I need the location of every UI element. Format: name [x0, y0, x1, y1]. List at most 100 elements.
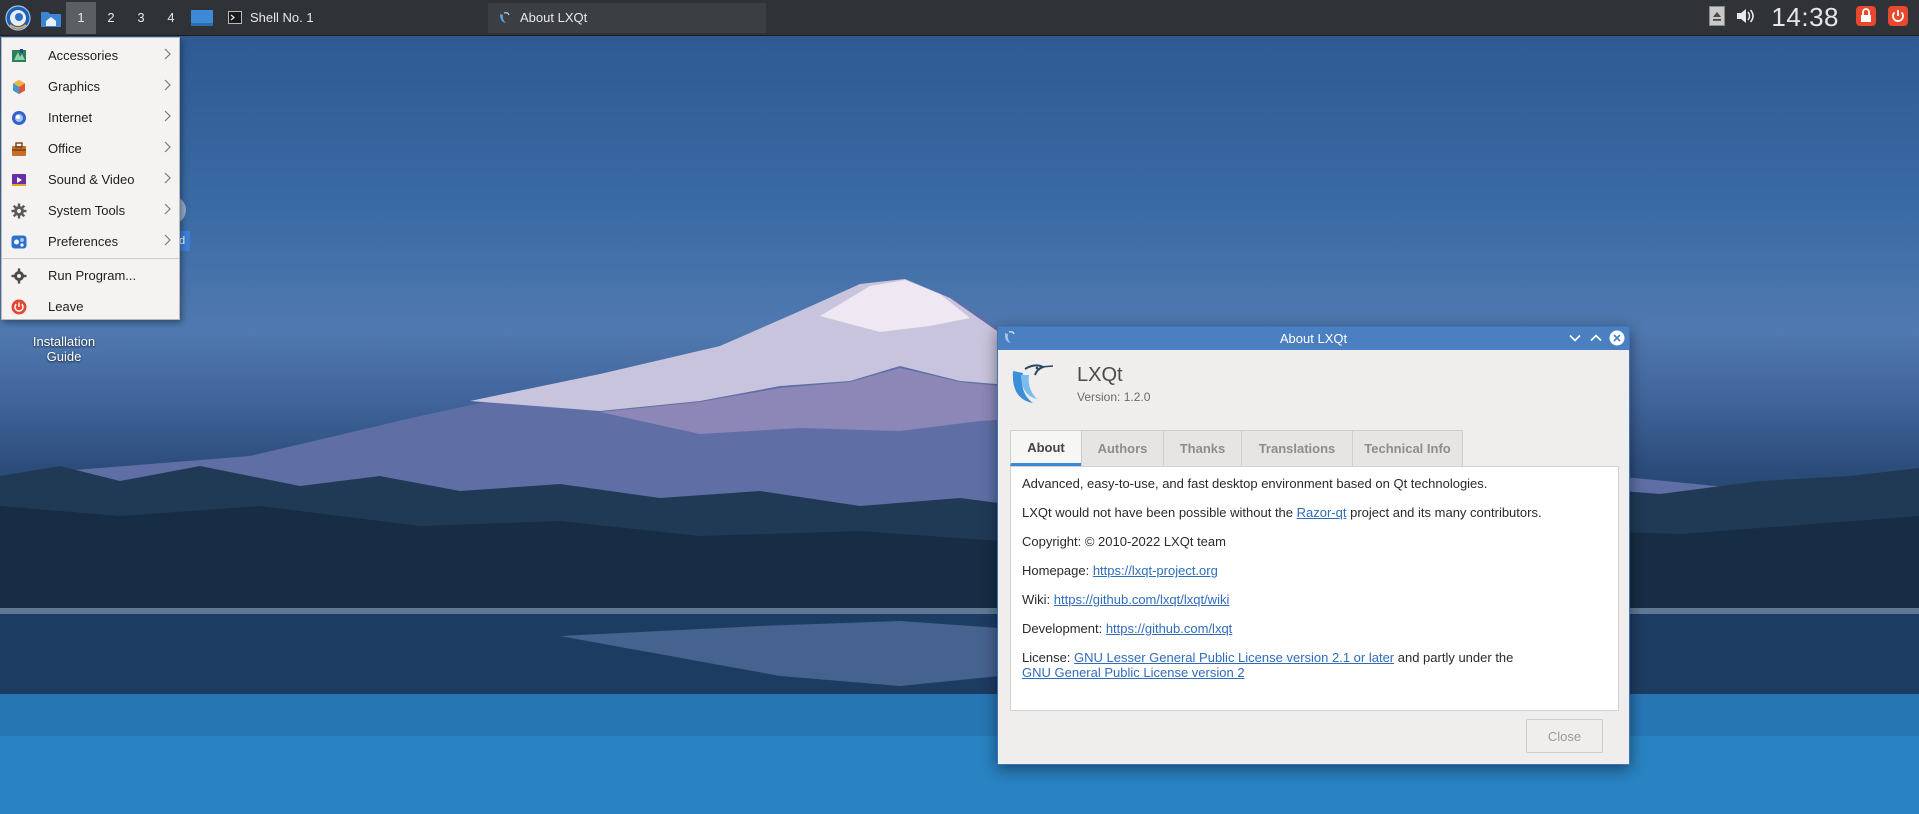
menu-item-label: Sound & Video	[48, 172, 135, 187]
chevron-right-icon	[164, 203, 171, 218]
development-line: Development: https://github.com/lxqt	[1022, 621, 1607, 636]
accessories-icon	[11, 48, 27, 64]
development-link[interactable]: https://github.com/lxqt	[1106, 621, 1232, 636]
desktop-switch-3[interactable]: 3	[126, 2, 156, 34]
chevron-right-icon	[164, 110, 171, 125]
menu-item-label: Office	[48, 141, 82, 156]
homepage-label: Homepage:	[1022, 563, 1093, 578]
license-line: License: GNU Lesser General Public Licen…	[1022, 650, 1607, 680]
description-text: Advanced, easy-to-use, and fast desktop …	[1022, 476, 1488, 491]
chevron-up-icon	[1590, 334, 1602, 342]
menu-item-graphics[interactable]: Graphics	[2, 71, 179, 102]
show-desktop-icon	[191, 9, 213, 26]
thanks-prefix: LXQt would not have been possible withou…	[1022, 505, 1297, 520]
homepage-link[interactable]: https://lxqt-project.org	[1093, 563, 1218, 578]
menu-item-sound-video[interactable]: Sound & Video	[2, 164, 179, 195]
close-icon	[1609, 330, 1625, 346]
volume-button[interactable]	[1735, 7, 1755, 28]
lxqt-logo-icon	[1007, 361, 1055, 410]
app-name: LXQt	[1077, 364, 1123, 386]
desktop-wallpaper	[0, 36, 1919, 814]
installation-guide-label[interactable]: Installation Guide	[22, 334, 106, 364]
copyright-text: Copyright: © 2010-2022 LXQt team	[1022, 534, 1226, 549]
window-controls	[1567, 330, 1625, 346]
close-window-button[interactable]	[1609, 330, 1625, 346]
sound-video-icon	[11, 172, 27, 188]
terminal-icon	[228, 11, 242, 24]
desktop-switch-1[interactable]: 1	[66, 1, 96, 34]
tab-thanks[interactable]: Thanks	[1163, 430, 1242, 466]
razor-qt-link[interactable]: Razor-qt	[1297, 505, 1347, 520]
desktop-switch-4[interactable]: 4	[156, 2, 186, 34]
menu-item-label: System Tools	[48, 203, 126, 218]
about-tab-content: Advanced, easy-to-use, and fast desktop …	[1010, 466, 1619, 711]
license-middle: and partly under the	[1394, 650, 1514, 665]
menu-item-preferences[interactable]: Preferences	[2, 226, 179, 257]
homepage-line: Homepage: https://lxqt-project.org	[1022, 563, 1607, 578]
chevron-down-icon	[1569, 334, 1581, 342]
taskbar-shell-label: Shell No. 1	[250, 10, 314, 25]
license-label: License:	[1022, 650, 1075, 665]
thanks-text: LXQt would not have been possible withou…	[1022, 505, 1607, 520]
wiki-label: Wiki:	[1022, 592, 1054, 607]
desktop-switch-2[interactable]: 2	[96, 2, 126, 34]
show-desktop-button[interactable]	[186, 0, 218, 36]
power-icon	[1888, 6, 1908, 26]
run-program-icon	[11, 268, 27, 284]
app-version: Version: 1.2.0	[1077, 390, 1151, 404]
close-button[interactable]: Close	[1526, 719, 1603, 753]
menu-item-leave[interactable]: Leave	[2, 291, 179, 322]
lxqt-bird-icon	[1002, 330, 1018, 349]
system-tools-icon	[11, 203, 27, 219]
clock[interactable]: 14:38	[1771, 2, 1839, 33]
maximize-button[interactable]	[1588, 330, 1604, 346]
chevron-right-icon	[164, 234, 171, 249]
about-lxqt-dialog: About LXQt LXQt Version: 1.2.0 About Aut…	[997, 326, 1630, 765]
chevron-right-icon	[164, 79, 171, 94]
menu-item-run-program[interactable]: Run Program...	[2, 260, 179, 291]
taskbar-about-lxqt[interactable]: About LXQt	[488, 2, 766, 33]
leave-session-button[interactable]	[1887, 5, 1909, 30]
internet-icon	[11, 110, 27, 126]
tab-translations[interactable]: Translations	[1241, 430, 1353, 466]
tab-authors[interactable]: Authors	[1081, 430, 1164, 466]
menu-item-accessories[interactable]: Accessories	[2, 40, 179, 71]
menu-separator	[2, 258, 179, 259]
office-icon	[11, 141, 27, 157]
home-folder-button[interactable]	[36, 0, 66, 36]
dialog-title: About LXQt	[1279, 331, 1348, 346]
tab-about[interactable]: About	[1010, 430, 1082, 466]
menu-item-system-tools[interactable]: System Tools	[2, 195, 179, 226]
leave-icon	[11, 299, 27, 315]
minimize-button[interactable]	[1567, 330, 1583, 346]
taskbar-about-label: About LXQt	[520, 10, 588, 25]
lxqt-bird-icon	[500, 11, 510, 23]
tab-technical-info[interactable]: Technical Info	[1352, 430, 1463, 466]
chevron-right-icon	[164, 141, 171, 156]
chevron-right-icon	[164, 48, 171, 63]
application-menu: Accessories Graphics Internet Office Sou…	[1, 37, 180, 320]
menu-item-label: Graphics	[48, 79, 101, 94]
lgpl-link[interactable]: GNU Lesser General Public License versio…	[1074, 650, 1394, 665]
thanks-suffix: project and its many contributors.	[1346, 505, 1542, 520]
eject-icon	[1709, 6, 1726, 26]
preferences-icon	[11, 234, 27, 250]
menu-item-label: Leave	[48, 299, 84, 314]
menu-item-label: Internet	[48, 110, 93, 125]
dialog-tabs: About Authors Thanks Translations Techni…	[1010, 430, 1463, 466]
taskbar-shell[interactable]: Shell No. 1	[218, 3, 488, 33]
removable-media-button[interactable]	[1709, 6, 1726, 29]
gpl-link[interactable]: GNU General Public License version 2	[1022, 665, 1245, 680]
system-tray: 14:38	[1709, 0, 1919, 36]
wiki-link[interactable]: https://github.com/lxqt/lxqt/wiki	[1054, 592, 1230, 607]
lock-icon	[1856, 6, 1876, 26]
dialog-titlebar[interactable]: About LXQt	[998, 327, 1629, 350]
app-menu-button[interactable]	[0, 0, 36, 36]
volume-icon	[1737, 9, 1755, 23]
chevron-right-icon	[164, 172, 171, 187]
menu-item-internet[interactable]: Internet	[2, 102, 179, 133]
wallpaper-art	[0, 279, 1919, 814]
menu-item-office[interactable]: Office	[2, 133, 179, 164]
lock-screen-button[interactable]	[1855, 5, 1877, 30]
top-panel: 1 2 3 4 Shell No. 1 About LXQt 14:38	[0, 0, 1919, 36]
